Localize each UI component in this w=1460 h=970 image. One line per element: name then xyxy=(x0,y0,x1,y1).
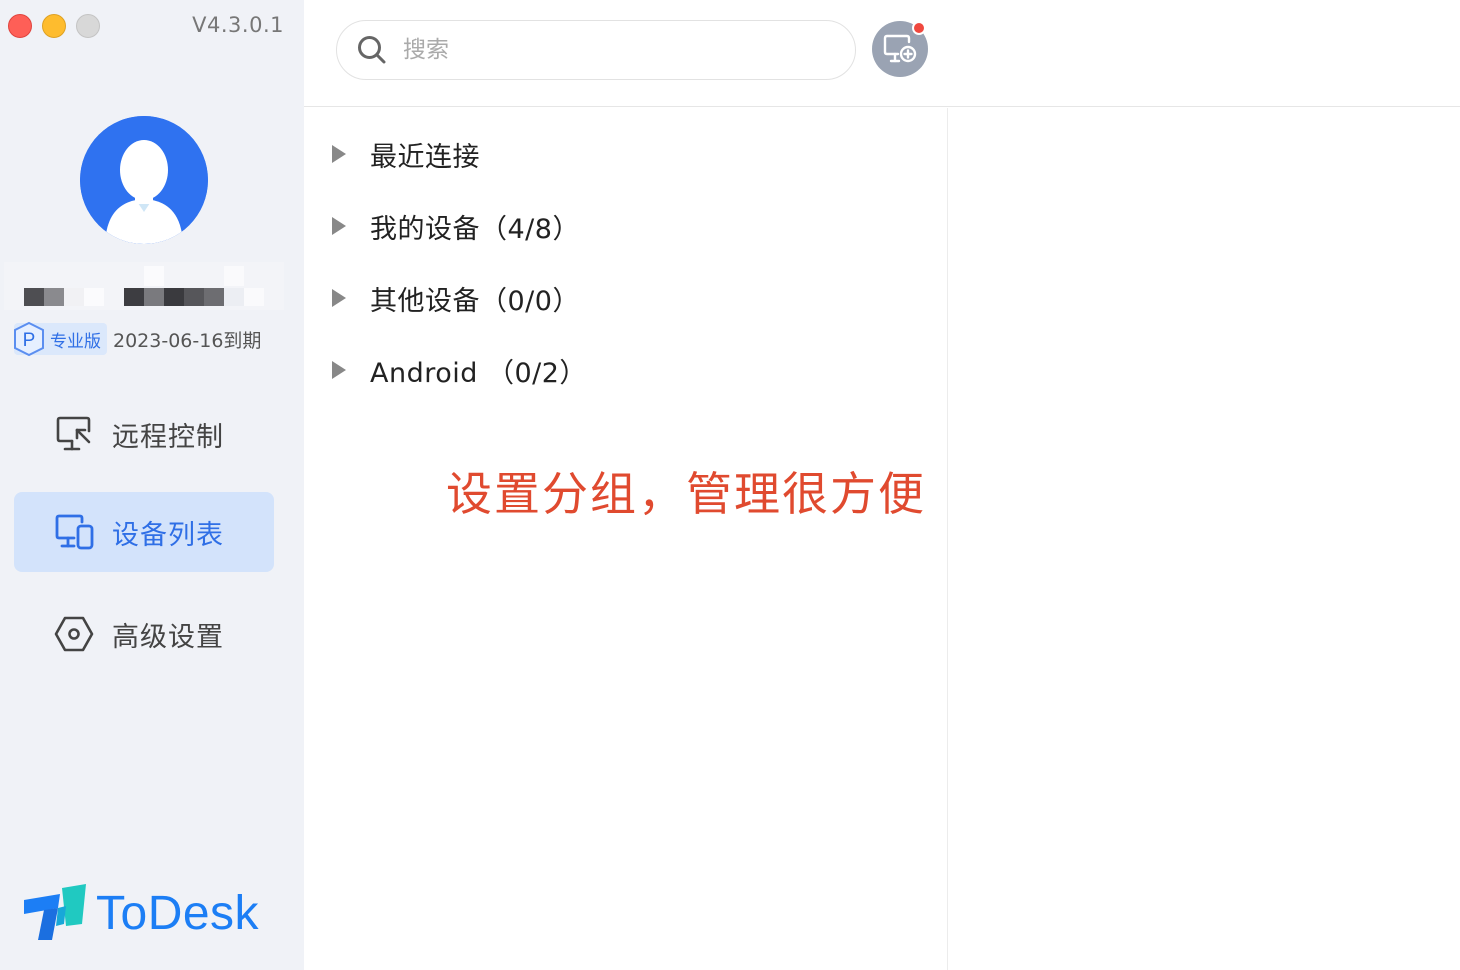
nav-advanced-settings[interactable]: 高级设置 xyxy=(14,594,274,674)
app-version: V4.3.0.1 xyxy=(192,13,284,37)
search-box[interactable] xyxy=(336,20,856,80)
plan-expiry-date: 2023-06-16到期 xyxy=(113,329,262,352)
top-bar xyxy=(304,0,1460,107)
expand-caret-icon[interactable] xyxy=(332,145,346,163)
brand-logo: ToDesk xyxy=(22,884,259,942)
group-android[interactable]: Android （0/2） xyxy=(332,348,587,392)
close-window-button[interactable] xyxy=(8,14,32,38)
group-label: 其他设备（0/0） xyxy=(370,285,580,317)
device-group-tree: 最近连接 我的设备（4/8） 其他设备（0/0） Android （0/2） xyxy=(304,108,948,970)
remote-control-icon xyxy=(54,414,94,454)
avatar[interactable] xyxy=(80,116,208,244)
maximize-window-button[interactable] xyxy=(76,14,100,38)
notification-dot xyxy=(912,21,926,35)
group-other-devices[interactable]: 其他设备（0/0） xyxy=(332,276,580,320)
expand-caret-icon[interactable] xyxy=(332,217,346,235)
todesk-window: V4.3.0.1 P 专业版 2023-06-16到期 远程控制 设备列表 高级… xyxy=(0,0,1460,970)
username-redacted xyxy=(4,262,284,310)
group-label: 我的设备（4/8） xyxy=(370,213,580,245)
brand-name: ToDesk xyxy=(96,886,260,940)
device-list-icon xyxy=(54,512,94,552)
expand-caret-icon[interactable] xyxy=(332,289,346,307)
window-controls xyxy=(8,14,100,38)
settings-icon xyxy=(54,614,94,654)
plan-label: 专业版 xyxy=(50,331,101,352)
add-device-icon xyxy=(883,34,917,63)
group-recent-connections[interactable]: 最近连接 xyxy=(332,132,480,176)
search-icon xyxy=(358,36,386,64)
search-input[interactable] xyxy=(403,37,823,63)
nav-label: 高级设置 xyxy=(112,621,224,653)
nav-device-list[interactable]: 设备列表 xyxy=(14,492,274,572)
expand-caret-icon[interactable] xyxy=(332,361,346,379)
minimize-window-button[interactable] xyxy=(42,14,66,38)
user-silhouette-icon xyxy=(80,116,208,244)
add-device-button[interactable] xyxy=(872,21,928,77)
todesk-logo-icon xyxy=(24,884,86,940)
group-label: Android （0/2） xyxy=(370,357,587,389)
group-label: 最近连接 xyxy=(370,141,480,173)
annotation-caption: 设置分组，管理很方便 xyxy=(446,467,926,521)
plan-info: P 专业版 2023-06-16到期 xyxy=(14,321,262,357)
sidebar: V4.3.0.1 P 专业版 2023-06-16到期 远程控制 设备列表 高级… xyxy=(0,0,304,970)
svg-text:P: P xyxy=(23,330,36,351)
group-my-devices[interactable]: 我的设备（4/8） xyxy=(332,204,580,248)
device-detail-pane xyxy=(949,108,1460,970)
nav-label: 远程控制 xyxy=(112,421,224,453)
nav-remote-control[interactable]: 远程控制 xyxy=(14,394,274,474)
pro-shield-icon: P xyxy=(14,321,44,357)
plan-badge: P 专业版 xyxy=(14,321,107,357)
nav-label: 设备列表 xyxy=(112,519,224,551)
